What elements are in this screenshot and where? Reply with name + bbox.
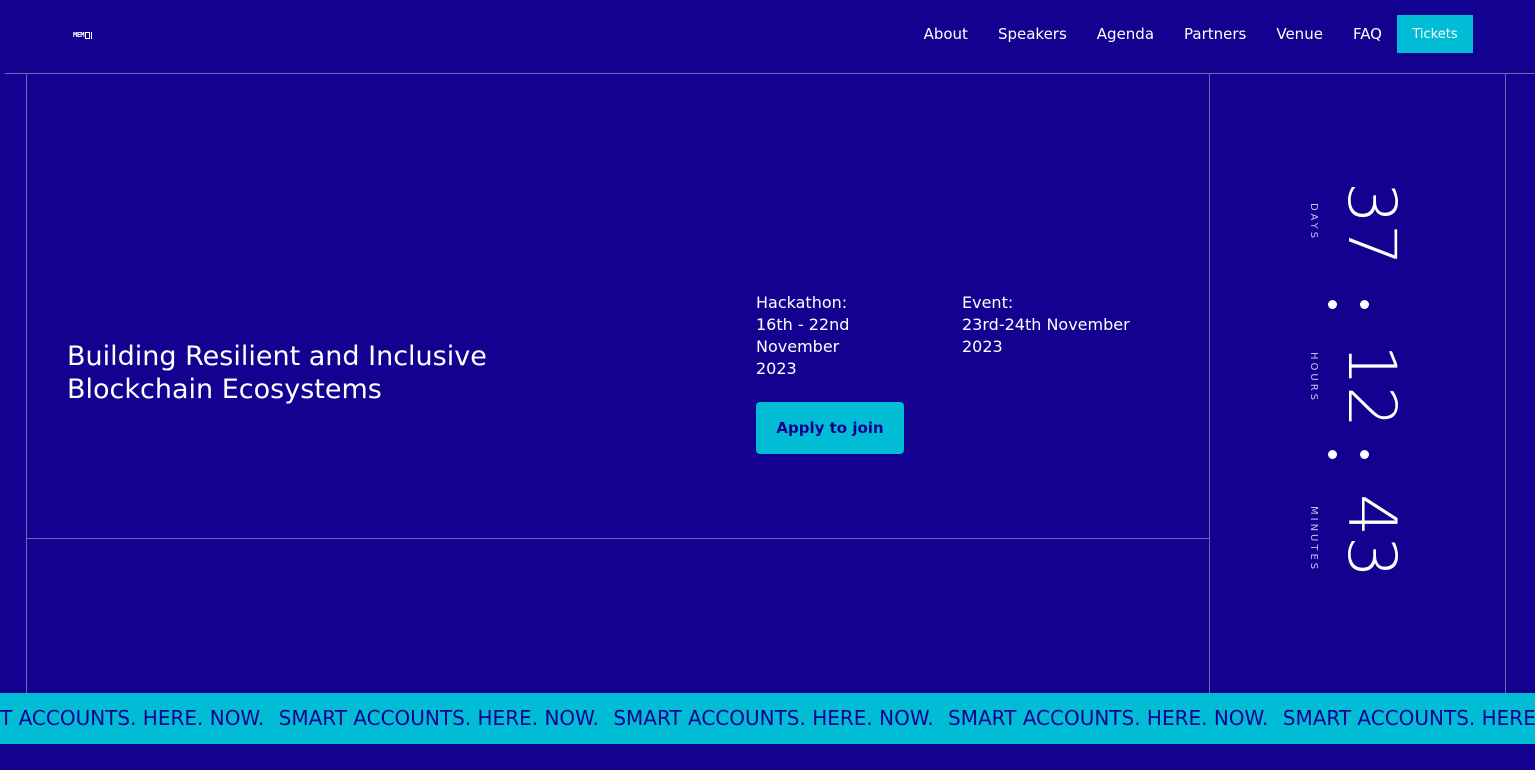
tickets-button[interactable]: Tickets xyxy=(1397,15,1473,53)
grid-line-right xyxy=(1505,74,1506,693)
nav-faq[interactable]: FAQ xyxy=(1353,25,1382,43)
page: MEM About Speakers Agenda Partners Venue… xyxy=(0,0,1535,770)
marquee-item: SMART ACCOUNTS. HERE. NOW. xyxy=(278,706,599,730)
grid-line-center xyxy=(1209,74,1210,693)
separator-dot xyxy=(1360,300,1369,309)
countdown-hours: 12 xyxy=(1333,344,1410,428)
marquee-item: T ACCOUNTS. HERE. NOW. xyxy=(0,706,265,730)
nav-agenda[interactable]: Agenda xyxy=(1097,25,1154,43)
logo-bar-icon xyxy=(91,31,93,39)
hackathon-line-3: 2023 xyxy=(756,359,797,378)
nav-about[interactable]: About xyxy=(924,25,968,43)
event-dates: Event: 23rd-24th November 2023 xyxy=(962,292,1162,358)
marquee-item: SMART ACCOUNTS. HERE. NOW. xyxy=(613,706,934,730)
header-divider xyxy=(5,73,1535,74)
separator-dot xyxy=(1328,450,1337,459)
event-label: Event: xyxy=(962,293,1014,312)
main-nav: About Speakers Agenda Partners Venue FAQ… xyxy=(924,15,1473,53)
hackathon-line-2: November xyxy=(756,337,840,356)
headline-line-2: Blockchain Ecosystems xyxy=(67,374,382,405)
marquee-item: SMART ACCOUNTS. HERE. NOW. xyxy=(948,706,1269,730)
hackathon-label: Hackathon: xyxy=(756,293,848,312)
marquee-item: SMART ACCOUNTS. HERE. xyxy=(1282,706,1535,730)
event-line-1: 23rd-24th November xyxy=(962,315,1130,334)
event-line-2: 2023 xyxy=(962,337,1003,356)
site-header: MEM About Speakers Agenda Partners Venue… xyxy=(0,0,1535,73)
apply-button[interactable]: Apply to join xyxy=(756,402,904,454)
hackathon-line-1: 16th - 22nd xyxy=(756,315,850,334)
headline-line-1: Building Resilient and Inclusive xyxy=(67,341,487,372)
countdown-days-label: DAYS xyxy=(1308,203,1319,242)
marquee-text: T ACCOUNTS. HERE. NOW. SMART ACCOUNTS. H… xyxy=(0,705,1535,731)
countdown-minutes-label: MINUTES xyxy=(1308,506,1319,573)
countdown-minutes: 43 xyxy=(1333,494,1410,578)
logo-mark-icon xyxy=(85,31,91,39)
separator-dot xyxy=(1328,300,1337,309)
separator-dot xyxy=(1360,450,1369,459)
site-logo[interactable]: MEM xyxy=(73,29,97,41)
logo-text: MEM xyxy=(73,31,85,39)
nav-venue[interactable]: Venue xyxy=(1276,25,1323,43)
countdown-days: 37 xyxy=(1333,182,1410,266)
grid-line-middle xyxy=(26,538,1210,539)
hackathon-dates: Hackathon: 16th - 22nd November 2023 xyxy=(756,292,896,380)
hero-headline: Building Resilient and Inclusive Blockch… xyxy=(67,340,587,406)
nav-speakers[interactable]: Speakers xyxy=(998,25,1067,43)
grid-line-left xyxy=(26,74,27,693)
countdown-hours-label: HOURS xyxy=(1308,352,1319,404)
nav-partners[interactable]: Partners xyxy=(1184,25,1246,43)
marquee-banner: T ACCOUNTS. HERE. NOW. SMART ACCOUNTS. H… xyxy=(0,693,1535,744)
